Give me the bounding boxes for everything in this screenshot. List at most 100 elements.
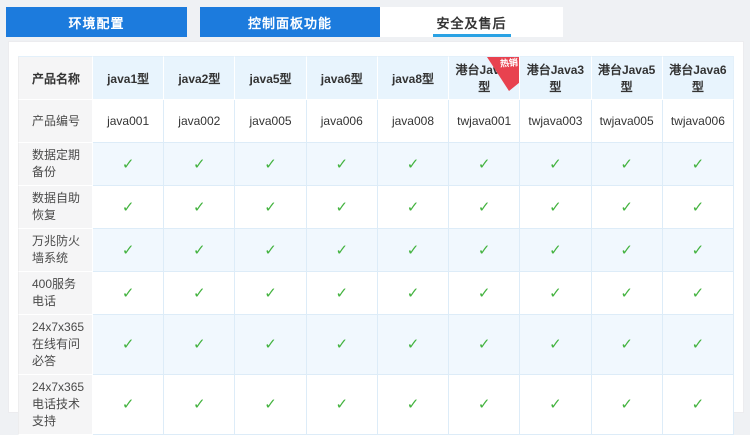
checkmark-icon: ✓ (549, 241, 562, 259)
column-header: java6型 (306, 56, 378, 100)
column-header-label: java1型 (107, 71, 150, 86)
checkmark-icon: ✓ (691, 396, 705, 413)
table-cell: twjava001 (449, 100, 521, 143)
checkmark-icon: ✓ (549, 198, 562, 216)
checkmark-icon: ✓ (121, 396, 135, 413)
checkmark-icon: ✓ (691, 284, 705, 302)
table-body: 产品编号 java001 java002 java005 java006 java008 t… (18, 100, 734, 435)
checkmark-icon: ✓ (121, 155, 135, 173)
column-header: 港台Java1型 热销 (449, 56, 521, 100)
table-cell: ✓ (662, 315, 734, 375)
table-cell: ✓ (235, 229, 307, 272)
checkmark-icon: ✓ (406, 198, 420, 216)
table-cell: ✓ (662, 143, 734, 186)
table-cell: ✓ (591, 143, 663, 186)
table-cell: java006 (306, 100, 378, 143)
table-cell: ✓ (306, 315, 378, 375)
checkmark-icon: ✓ (335, 336, 349, 353)
checkmark-icon: ✓ (193, 198, 206, 216)
table-cell: ✓ (377, 272, 450, 315)
table-cell: ✓ (662, 186, 734, 229)
checkmark-icon: ✓ (620, 241, 633, 259)
row-label: 万兆防火墙系统 (18, 229, 93, 272)
table-cell: ✓ (306, 229, 378, 272)
table-cell: ✓ (164, 315, 236, 375)
column-header-label: java2型 (178, 71, 221, 86)
column-header: java5型 (235, 56, 307, 100)
table-cell: ✓ (235, 143, 307, 186)
table-row: 数据定期备份 ✓ ✓ ✓ ✓ ✓ ✓ ✓ ✓ ✓ (18, 143, 734, 186)
tab-environment-config[interactable]: 环境配置 (6, 7, 187, 37)
table-cell: ✓ (306, 186, 378, 229)
table-cell: ✓ (662, 272, 734, 315)
table-cell: java001 (93, 100, 165, 143)
column-header-label: 港台Java6型 (669, 63, 727, 94)
table-cell: ✓ (449, 229, 521, 272)
table-cell: ✓ (591, 229, 663, 272)
table-cell: java002 (164, 100, 236, 143)
column-header-label: 港台Java3型 (526, 63, 585, 94)
column-header-label: java8型 (391, 71, 434, 86)
checkmark-icon: ✓ (406, 241, 420, 259)
tab-control-panel-features[interactable]: 控制面板功能 (200, 7, 380, 37)
table-cell: ✓ (235, 375, 307, 435)
header-row: 产品名称 java1型 java2型 java5型 java6型 java8型 港台Java… (18, 56, 734, 100)
table-cell: ✓ (235, 186, 307, 229)
table-cell: ✓ (93, 186, 165, 229)
table-cell: ✓ (377, 143, 450, 186)
checkmark-icon: ✓ (620, 396, 633, 413)
checkmark-icon: ✓ (193, 155, 206, 173)
table-row: 24x7x365电话技术支持 ✓ ✓ ✓ ✓ ✓ ✓ ✓ ✓ ✓ (18, 375, 734, 435)
checkmark-icon: ✓ (406, 284, 420, 302)
checkmark-icon: ✓ (549, 336, 562, 353)
table-cell: ✓ (520, 315, 592, 375)
checkmark-icon: ✓ (264, 396, 277, 413)
row-label: 产品编号 (18, 100, 93, 143)
table-cell: twjava005 (591, 100, 663, 143)
checkmark-icon: ✓ (406, 155, 420, 173)
tab-security-aftersales[interactable]: 安全及售后 (380, 7, 563, 37)
column-header-label: java6型 (320, 71, 363, 86)
checkmark-icon: ✓ (264, 198, 277, 216)
table-cell: ✓ (449, 143, 521, 186)
checkmark-icon: ✓ (193, 284, 206, 302)
checkmark-icon: ✓ (406, 396, 420, 413)
table-cell: ✓ (662, 229, 734, 272)
checkmark-icon: ✓ (193, 336, 206, 353)
table-cell: ✓ (449, 375, 521, 435)
column-header: 港台Java5型 (591, 56, 663, 100)
checkmark-icon: ✓ (335, 396, 349, 413)
table-row: 产品编号 java001 java002 java005 java006 java008 t… (18, 100, 734, 143)
table-row: 24x7x365在线有问必答 ✓ ✓ ✓ ✓ ✓ ✓ ✓ ✓ ✓ (18, 315, 734, 375)
row-label: 数据定期备份 (18, 143, 93, 186)
table-cell: ✓ (93, 143, 165, 186)
table-cell: ✓ (164, 375, 236, 435)
checkmark-icon: ✓ (691, 336, 705, 353)
table-cell: ✓ (377, 375, 450, 435)
table-cell: ✓ (591, 186, 663, 229)
comparison-card: 产品名称 java1型 java2型 java5型 java6型 java8型 港台Java… (8, 41, 744, 435)
table-cell: java008 (377, 100, 450, 143)
table-cell: ✓ (235, 315, 307, 375)
comparison-table: 产品名称 java1型 java2型 java5型 java6型 java8型 港台Java… (18, 56, 734, 435)
checkmark-icon: ✓ (549, 155, 562, 173)
checkmark-icon: ✓ (121, 336, 135, 353)
checkmark-icon: ✓ (121, 241, 135, 259)
checkmark-icon: ✓ (264, 241, 277, 259)
table-cell: ✓ (377, 186, 450, 229)
table-cell: ✓ (662, 375, 734, 435)
column-header: java2型 (164, 56, 236, 100)
checkmark-icon: ✓ (121, 198, 135, 216)
table-cell: ✓ (306, 272, 378, 315)
column-header: java1型 (93, 56, 165, 100)
column-header: 港台Java3型 (520, 56, 592, 100)
checkmark-icon: ✓ (264, 284, 277, 302)
table-cell: ✓ (520, 272, 592, 315)
table-cell: ✓ (306, 375, 378, 435)
table-cell: ✓ (164, 229, 236, 272)
column-header-label: java5型 (249, 71, 292, 86)
table-row: 数据自助恢复 ✓ ✓ ✓ ✓ ✓ ✓ ✓ ✓ ✓ (18, 186, 734, 229)
table-header: 产品名称 java1型 java2型 java5型 java6型 java8型 港台Java… (18, 56, 734, 100)
checkmark-icon: ✓ (477, 284, 491, 302)
checkmark-icon: ✓ (335, 198, 349, 216)
